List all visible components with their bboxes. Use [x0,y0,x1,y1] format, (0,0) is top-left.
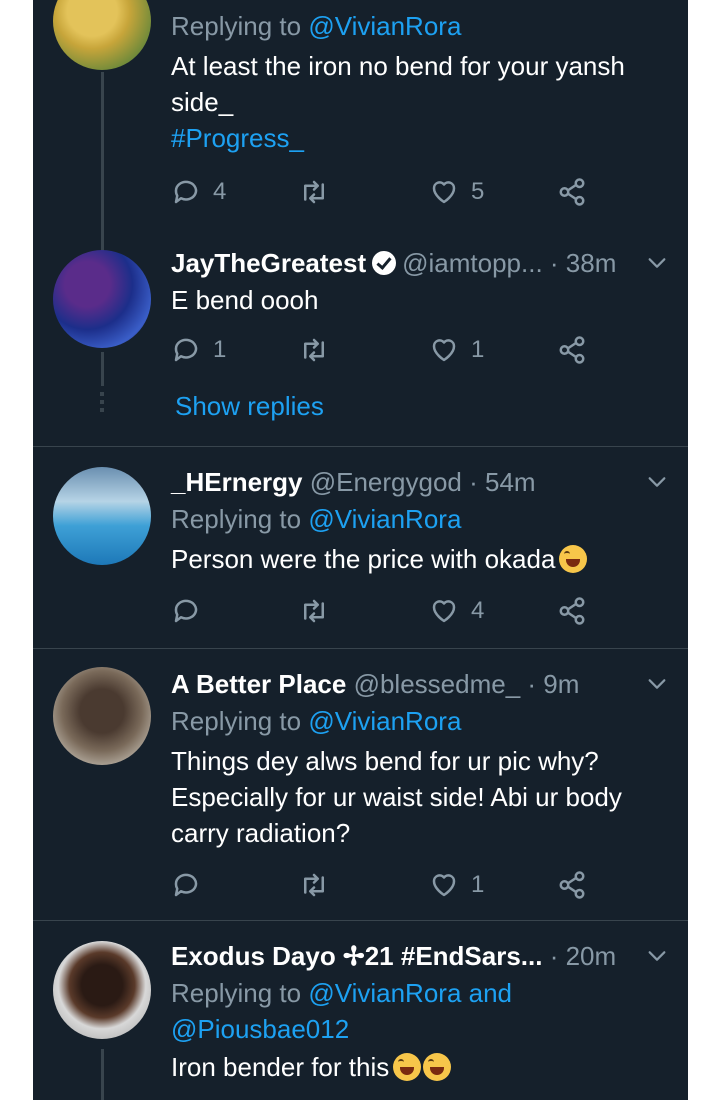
timestamp[interactable]: · 54m [469,467,535,497]
reply-button[interactable] [171,865,201,905]
reply-count: 1 [213,336,227,363]
retweet-icon [299,335,329,365]
share-button[interactable] [557,591,587,631]
display-name[interactable]: _HErnergy [171,467,303,497]
reply-to-handle[interactable]: @VivianRora [308,504,461,534]
reply-count: 4 [213,178,227,205]
avatar[interactable] [53,250,151,348]
like-count: 4 [471,597,485,624]
retweet-icon [299,596,329,626]
like-button[interactable]: 1 [429,865,484,905]
display-name[interactable]: A Better Place [171,669,346,699]
tweet-5[interactable]: Exodus Dayo ✢21 #EndSars... · 20m Replyi… [33,921,688,1100]
tweet-text: Person were the price with okada [171,541,668,577]
chevron-down-icon[interactable] [646,945,668,967]
retweet-icon [299,177,329,207]
timestamp[interactable]: · 9m [527,669,579,699]
like-count: 5 [471,178,485,205]
hashtag-link[interactable]: #Progress_ [171,120,668,156]
avatar[interactable] [53,667,151,765]
share-icon [557,870,587,900]
thread-line [101,352,104,386]
show-replies-link[interactable]: Show replies [175,388,324,424]
avatar[interactable] [53,0,151,70]
reply-to-handle[interactable]: @VivianRora [308,978,461,1008]
retweet-button[interactable] [299,591,329,631]
tweet-3[interactable]: _HErnergy @Energygod · 54m Replying to @… [33,447,688,647]
reply-to-handle[interactable]: @VivianRora [308,11,461,41]
reply-button[interactable]: 1 [171,330,226,370]
reply-icon [171,335,201,365]
retweet-button[interactable] [299,865,329,905]
reply-icon [171,596,201,626]
verified-icon [372,251,397,275]
retweet-button[interactable] [299,330,329,370]
chevron-down-icon[interactable] [646,673,668,695]
reply-to-handle[interactable]: @VivianRora [308,706,461,736]
laughing-emoji-icon [559,545,588,573]
avatar[interactable] [53,941,151,1039]
reply-icon [171,177,201,207]
chevron-down-icon[interactable] [646,471,668,493]
tweet-2[interactable]: JayTheGreatest @iamtopp... · 38m E bend o… [33,240,688,445]
replying-to: Replying to @VivianRora [171,706,462,736]
replying-to: Replying to @VivianRora [171,11,462,41]
tweet-4[interactable]: A Better Place @blessedme_ · 9m Replying… [33,649,688,919]
tweet-text: Things dey alws bend for ur pic why? Esp… [171,746,622,848]
tweet-header: JayTheGreatest @iamtopp... · 38m [171,244,668,282]
timestamp[interactable]: · 20m [550,941,616,971]
timeline: Replying to @VivianRora At least the iro… [33,0,688,1100]
thread-dots [100,392,104,416]
like-button[interactable]: 4 [429,591,484,631]
display-name[interactable]: JayTheGreatest [171,248,366,278]
tweet-text: E bend oooh [171,285,319,315]
avatar[interactable] [53,467,151,565]
like-button[interactable]: 5 [429,172,484,212]
retweet-button[interactable] [299,172,329,212]
timestamp[interactable]: · 38m [550,248,616,278]
like-button[interactable]: 1 [429,330,484,370]
retweet-icon [299,870,329,900]
tweet-header: A Better Place @blessedme_ · 9m [171,665,668,703]
reply-button[interactable] [171,591,201,631]
replying-to: Replying to @VivianRora [171,504,462,534]
tweet-header: Exodus Dayo ✢21 #EndSars... · 20m [171,937,668,975]
reply-button[interactable]: 4 [171,172,226,212]
share-button[interactable] [557,172,587,212]
username[interactable]: @iamtopp... [402,248,543,278]
reply-icon [171,870,201,900]
reply-to-handle-2[interactable]: @Piousbae012 [171,1014,349,1044]
tweet-header: _HErnergy @Energygod · 54m [171,463,668,501]
replying-to: Replying to @VivianRora and [171,978,513,1008]
like-icon [429,177,459,207]
share-button[interactable] [557,330,587,370]
tweet-text: At least the iron no bend for your yansh… [171,48,668,156]
chevron-down-icon[interactable] [646,252,668,274]
like-count: 1 [471,871,485,898]
share-icon [557,596,587,626]
like-icon [429,335,459,365]
share-icon [557,177,587,207]
display-name[interactable]: Exodus Dayo ✢21 #EndSars... [171,941,542,971]
share-button[interactable] [557,865,587,905]
tweet-1[interactable]: Replying to @VivianRora At least the iro… [33,0,688,272]
laughing-emoji-icon [393,1053,422,1081]
laughing-emoji-icon [423,1053,452,1081]
like-count: 1 [471,336,485,363]
tweet-text: Iron bender for this [171,1049,668,1085]
username[interactable]: @blessedme_ [354,669,521,699]
share-icon [557,335,587,365]
like-icon [429,596,459,626]
thread-line [101,1049,104,1100]
like-icon [429,870,459,900]
username[interactable]: @Energygod [310,467,462,497]
